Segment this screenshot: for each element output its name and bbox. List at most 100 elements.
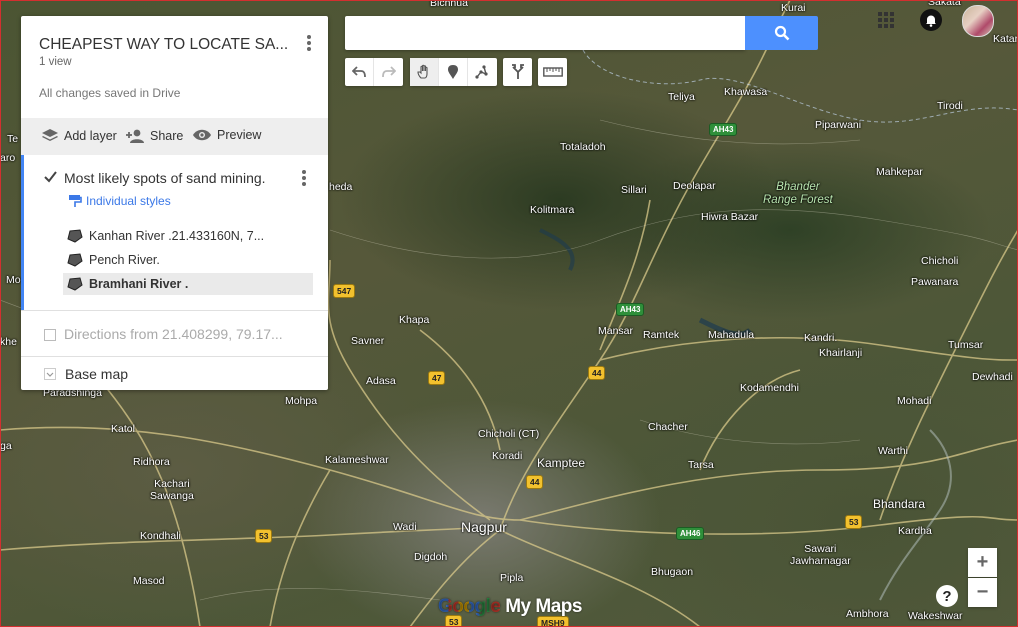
- map-legend-panel: CHEAPEST WAY TO LOCATE SA... 1 view All …: [21, 16, 328, 390]
- preview-button[interactable]: Preview: [192, 128, 261, 142]
- highway-shield: AH43: [616, 303, 645, 316]
- ruler-icon: [542, 67, 563, 77]
- highway-shield: 547: [333, 284, 356, 298]
- view-count: 1 view: [39, 56, 72, 68]
- my-maps-text: My Maps: [500, 596, 582, 617]
- draw-line-icon: [474, 65, 488, 79]
- map-label: aro: [0, 152, 16, 164]
- undo-icon: [352, 66, 366, 78]
- undo-button[interactable]: [345, 58, 374, 86]
- add-layer-button[interactable]: Add layer: [41, 128, 117, 144]
- map-label: Tarsa: [688, 459, 714, 471]
- share-label: Share: [150, 129, 184, 143]
- notifications-button[interactable]: [920, 9, 942, 31]
- zoom-in-button[interactable]: +: [968, 548, 997, 577]
- polygon-icon: [67, 253, 83, 267]
- map-label: Ridhora: [133, 456, 170, 468]
- map-label: Totaladoh: [560, 141, 606, 153]
- base-map-label[interactable]: Base map: [65, 366, 128, 382]
- map-label: Digdoh: [414, 551, 448, 563]
- map-title[interactable]: CHEAPEST WAY TO LOCATE SA...: [39, 36, 288, 54]
- paint-roller-icon: [69, 195, 82, 207]
- map-label: Kamptee: [537, 456, 586, 470]
- polygon-icon: [67, 229, 83, 243]
- google-my-maps-logo: Google My Maps: [438, 596, 582, 618]
- map-label: Chicholi (CT): [478, 428, 540, 440]
- map-label: Hiwra Bazar: [701, 211, 759, 223]
- feature-label: Bramhani River .: [89, 277, 189, 291]
- feature-item[interactable]: Kanhan River .21.433160N, 7...: [63, 225, 313, 247]
- map-label: Kandri.: [804, 332, 838, 344]
- help-button[interactable]: ?: [936, 585, 958, 607]
- layer-checkbox[interactable]: [43, 170, 58, 184]
- directions-layer-checkbox[interactable]: [44, 329, 56, 341]
- highway-shield: AH46: [676, 527, 705, 540]
- panel-actions-bar: Add layer Share Preview: [21, 118, 328, 155]
- add-layer-label: Add layer: [64, 129, 117, 143]
- map-label: Kodamendhi: [740, 382, 799, 394]
- map-label: ga: [0, 440, 12, 452]
- feature-label: Pench River.: [89, 253, 160, 267]
- map-label: Tirodi: [937, 100, 963, 112]
- account-avatar[interactable]: [962, 5, 994, 37]
- layer-title[interactable]: Most likely spots of sand mining.: [64, 170, 266, 186]
- draw-line-button[interactable]: [468, 58, 497, 86]
- google-logo-text: Google: [438, 596, 501, 617]
- map-options-icon[interactable]: [307, 35, 311, 51]
- map-label: Katol: [111, 423, 135, 435]
- map-label: Kurai: [781, 2, 806, 14]
- search-icon: [774, 25, 789, 41]
- measure-button[interactable]: [538, 58, 567, 86]
- map-label: Sillari: [621, 184, 647, 196]
- share-button[interactable]: Share: [125, 128, 183, 144]
- highway-shield: 44: [526, 475, 544, 489]
- apps-grid-icon[interactable]: [878, 12, 894, 28]
- map-label: Mahkepar: [876, 166, 923, 178]
- map-label: Wadi: [393, 521, 417, 533]
- feature-label: Kanhan River .21.433160N, 7...: [89, 229, 265, 243]
- map-label: Chicholi: [921, 255, 959, 267]
- map-label: Mansar: [598, 325, 634, 337]
- map-label: Kalameshwar: [325, 454, 389, 466]
- map-label: Sakata: [928, 0, 961, 8]
- layer-options-icon[interactable]: [302, 170, 306, 186]
- feature-item-selected[interactable]: Bramhani River .: [63, 273, 313, 295]
- map-label: Katar: [993, 33, 1018, 45]
- search-button[interactable]: [745, 16, 818, 50]
- map-label: Tumsar: [948, 339, 984, 351]
- eye-icon: [193, 129, 211, 141]
- zoom-out-button[interactable]: −: [968, 578, 997, 607]
- map-label: Bichhua: [430, 0, 468, 9]
- redo-button[interactable]: [374, 58, 403, 86]
- history-toolbar: [345, 58, 403, 86]
- map-label: Kondhali: [140, 530, 181, 542]
- map-label: Adasa: [366, 375, 396, 387]
- map-label: Mo: [6, 274, 21, 286]
- map-label: heda: [329, 181, 353, 193]
- save-status: All changes saved in Drive: [39, 86, 181, 100]
- preview-label: Preview: [217, 128, 262, 142]
- bell-icon: [926, 15, 936, 27]
- individual-styles-link[interactable]: Individual styles: [68, 194, 171, 208]
- map-label: Deolapar: [673, 180, 716, 192]
- map-label: Khawasa: [724, 86, 768, 98]
- map-label: Masod: [133, 575, 165, 587]
- directions-layer-title[interactable]: Directions from 21.408299, 79.17...: [64, 326, 283, 342]
- feature-item[interactable]: Pench River.: [63, 249, 313, 271]
- map-label: Khairlanji: [819, 347, 863, 359]
- map-label: Pawanara: [911, 276, 959, 288]
- select-tool-button[interactable]: [410, 58, 439, 86]
- map-label: Ambhora: [846, 608, 889, 620]
- add-person-icon: [126, 129, 144, 143]
- map-label: Bhander Range Forest: [763, 181, 833, 206]
- search-input[interactable]: [345, 16, 745, 50]
- map-label: Savner: [351, 335, 385, 347]
- chevron-down-icon[interactable]: [44, 368, 56, 380]
- add-directions-button[interactable]: [503, 58, 532, 86]
- divider: [21, 356, 328, 357]
- map-label: Warthi: [878, 445, 908, 457]
- highway-shield: 44: [588, 366, 606, 380]
- map-label: Mahadula: [708, 329, 755, 341]
- add-marker-button[interactable]: [439, 58, 468, 86]
- map-label: Chacher: [648, 421, 688, 433]
